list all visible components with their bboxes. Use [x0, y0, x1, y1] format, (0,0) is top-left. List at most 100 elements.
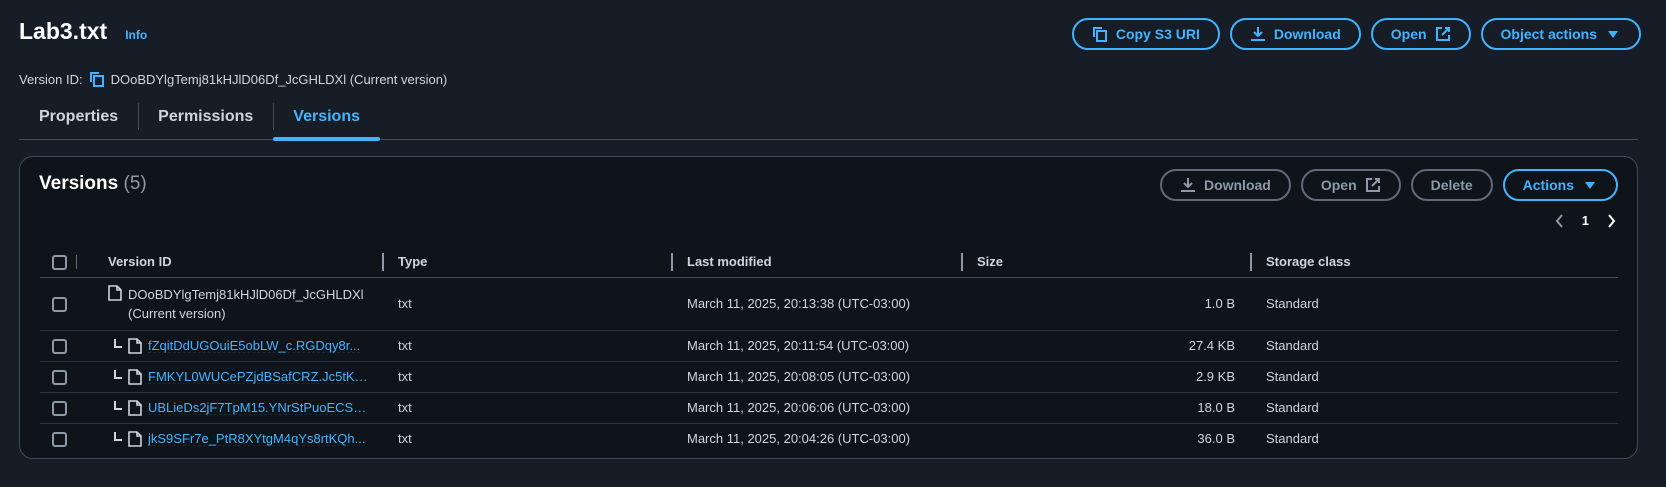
copy-s3-uri-label: Copy S3 URI — [1115, 26, 1200, 42]
tree-branch-icon — [114, 401, 122, 410]
tab-properties[interactable]: Properties — [19, 95, 138, 139]
size-cell: 27.4 KB — [961, 330, 1250, 362]
type-cell: txt — [398, 431, 412, 447]
tab-permissions[interactable]: Permissions — [138, 95, 273, 139]
column-header-storage-class[interactable]: Storage class — [1250, 247, 1618, 278]
last-modified-cell: March 11, 2025, 20:06:06 (UTC-03:00) — [671, 392, 961, 424]
version-id-value: DOoBDYlgTemj81kHJlD06Df_JcGHLDXl (Curren… — [110, 71, 448, 87]
download-label: Download — [1273, 26, 1341, 42]
open-button[interactable]: Open — [1370, 18, 1471, 50]
column-header-size[interactable]: Size — [961, 247, 1250, 278]
versions-actions-button[interactable]: Actions — [1502, 169, 1618, 201]
row-checkbox[interactable] — [52, 431, 67, 447]
download-icon — [1180, 177, 1196, 193]
column-header-last-modified[interactable]: Last modified — [671, 247, 961, 278]
tree-branch-icon — [114, 370, 122, 379]
page-number[interactable]: 1 — [1582, 213, 1589, 228]
last-modified-cell: March 11, 2025, 20:04:26 (UTC-03:00) — [687, 431, 911, 447]
table-row[interactable]: UBLieDs2jF7TpM15.YNrStPuoECSP... txt Mar… — [40, 392, 1618, 424]
storage-class-cell: Standard — [1250, 330, 1618, 362]
download-icon — [1250, 26, 1266, 42]
file-icon — [128, 368, 142, 385]
copy-s3-uri-button[interactable]: Copy S3 URI — [1071, 18, 1220, 50]
download-button[interactable]: Download — [1229, 18, 1361, 50]
chevron-right-icon[interactable] — [1605, 213, 1617, 228]
version-id-cell: FMKYL0WUCePZjdBSafCRZ.Jc5tKr... — [108, 368, 382, 385]
storage-class-cell: Standard — [1250, 277, 1618, 331]
versions-open-label: Open — [1320, 177, 1357, 193]
file-icon — [128, 430, 142, 447]
object-actions-button[interactable]: Object actions — [1480, 18, 1641, 50]
versions-download-label: Download — [1203, 177, 1271, 193]
column-header-type[interactable]: Type — [382, 247, 671, 278]
tree-branch-icon — [114, 339, 122, 348]
versions-download-button[interactable]: Download — [1159, 169, 1291, 201]
file-icon — [108, 284, 122, 301]
select-all-header — [40, 247, 92, 278]
table-row[interactable]: FMKYL0WUCePZjdBSafCRZ.Jc5tKr... txt Marc… — [40, 361, 1618, 393]
copy-icon[interactable] — [89, 71, 105, 87]
type-cell: txt — [382, 330, 671, 362]
storage-class-cell: Standard — [1250, 392, 1618, 424]
tab-versions[interactable]: Versions — [273, 95, 380, 141]
versions-delete-label: Delete — [1430, 177, 1473, 193]
tab-bar: Properties Permissions Versions — [19, 95, 1638, 141]
copy-icon — [1092, 26, 1108, 42]
info-link[interactable]: Info — [125, 28, 147, 42]
version-id-link[interactable]: fZqitDdUGOuiE5obLW_c.RGDqy8r... — [148, 338, 360, 353]
last-modified-cell: March 11, 2025, 20:13:38 (UTC-03:00) — [671, 277, 961, 331]
size-cell: 36.0 B — [1197, 431, 1235, 447]
versions-delete-button[interactable]: Delete — [1410, 169, 1493, 201]
last-modified-cell: March 11, 2025, 20:11:54 (UTC-03:00) — [671, 330, 961, 362]
version-id-link[interactable]: jkS9SFr7e_PtR8XYtgM4qYs8rtKQh... — [148, 431, 365, 446]
version-id-link[interactable]: UBLieDs2jF7TpM15.YNrStPuoECSP... — [148, 400, 368, 415]
version-id-link[interactable]: FMKYL0WUCePZjdBSafCRZ.Jc5tKr... — [148, 369, 368, 384]
page-title: Lab3.txt — [19, 18, 108, 44]
current-version-note: (Current version) — [128, 305, 226, 321]
row-checkbox[interactable] — [52, 338, 67, 354]
select-all-checkbox[interactable] — [52, 254, 67, 270]
row-checkbox[interactable] — [52, 296, 67, 312]
versions-actions-label: Actions — [1522, 177, 1574, 193]
type-cell: txt — [382, 392, 671, 424]
versions-toolbar: Download Open Delete Actions — [1159, 169, 1618, 201]
caret-down-icon — [1605, 26, 1621, 42]
row-checkbox[interactable] — [52, 400, 67, 416]
row-checkbox[interactable] — [52, 369, 67, 385]
type-cell: txt — [382, 361, 671, 393]
version-id-line: Version ID: DOoBDYlgTemj81kHJlD06Df_JcGH… — [19, 71, 447, 87]
version-id-text: DOoBDYlgTemj81kHJlD06Df_JcGHLDXl — [128, 286, 364, 302]
chevron-left-icon[interactable] — [1554, 213, 1566, 228]
versions-table: Version ID Type Last modified Size Stora… — [40, 247, 1618, 454]
file-icon — [128, 337, 142, 354]
versions-count: (5) — [123, 173, 147, 194]
open-label: Open — [1390, 26, 1427, 42]
last-modified-cell: March 11, 2025, 20:08:05 (UTC-03:00) — [671, 361, 961, 393]
table-row[interactable]: DOoBDYlgTemj81kHJlD06Df_JcGHLDXl (Curren… — [40, 277, 1618, 331]
object-toolbar: Copy S3 URI Download Open Object actions — [1071, 18, 1641, 50]
column-header-version-id[interactable]: Version ID — [92, 247, 382, 278]
table-row[interactable]: fZqitDdUGOuiE5obLW_c.RGDqy8r... txt Marc… — [40, 330, 1618, 362]
type-cell: txt — [382, 277, 671, 331]
object-actions-label: Object actions — [1500, 26, 1597, 42]
table-row[interactable]: jkS9SFr7e_PtR8XYtgM4qYs8rtKQh... txt Mar… — [40, 423, 1618, 454]
file-icon — [128, 399, 142, 416]
versions-panel: Versions (5) Download Open Delete Action… — [19, 156, 1638, 459]
storage-class-cell: Standard — [1266, 431, 1319, 447]
storage-class-cell: Standard — [1250, 361, 1618, 393]
version-id-cell: UBLieDs2jF7TpM15.YNrStPuoECSP... — [108, 399, 382, 416]
caret-down-icon — [1582, 177, 1598, 193]
external-link-icon — [1435, 26, 1451, 42]
version-id-label: Version ID: — [19, 71, 83, 87]
versions-title: Versions (5) — [39, 173, 147, 195]
page-header: Lab3.txt Info — [19, 18, 147, 45]
version-id-cell: jkS9SFr7e_PtR8XYtgM4qYs8rtKQh... — [108, 430, 382, 447]
tree-branch-icon — [114, 432, 122, 442]
size-cell: 18.0 B — [961, 392, 1250, 424]
table-header-row: Version ID Type Last modified Size Stora… — [40, 247, 1618, 278]
external-link-icon — [1365, 177, 1381, 193]
pagination: 1 — [1554, 213, 1617, 228]
version-id-cell: DOoBDYlgTemj81kHJlD06Df_JcGHLDXl (Curren… — [108, 284, 382, 323]
version-id-cell: fZqitDdUGOuiE5obLW_c.RGDqy8r... — [108, 337, 382, 354]
versions-open-button[interactable]: Open — [1300, 169, 1401, 201]
